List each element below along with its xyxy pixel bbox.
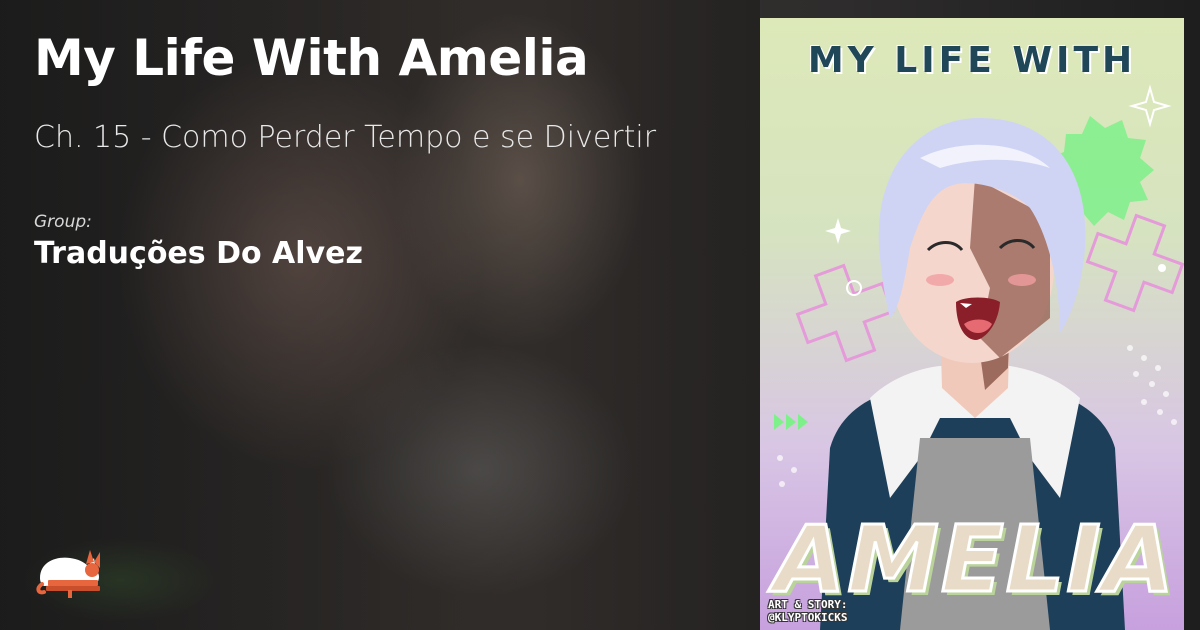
cover-title-top: MY LIFE WITH bbox=[807, 40, 1137, 81]
background-shade bbox=[0, 0, 760, 630]
cover-credit-line2: @KLYPTOKICKS bbox=[768, 611, 848, 624]
group-name[interactable]: Traduções Do Alvez bbox=[34, 236, 363, 271]
chapter-title: Ch. 15 - Como Perder Tempo e se Divertir bbox=[34, 120, 657, 155]
cover-credit-line1: ART & STORY: bbox=[768, 598, 848, 611]
cover-title-big: AMELIA bbox=[773, 505, 1176, 615]
cover-image[interactable]: MY LIFE WITH AMELIA ART & STORY: @KLYPTO… bbox=[760, 18, 1184, 630]
series-title[interactable]: My Life With Amelia bbox=[34, 28, 734, 88]
cat-book-logo-icon bbox=[34, 540, 104, 600]
group-label: Group: bbox=[34, 212, 92, 232]
cover-credit: ART & STORY: @KLYPTOKICKS bbox=[768, 598, 847, 624]
